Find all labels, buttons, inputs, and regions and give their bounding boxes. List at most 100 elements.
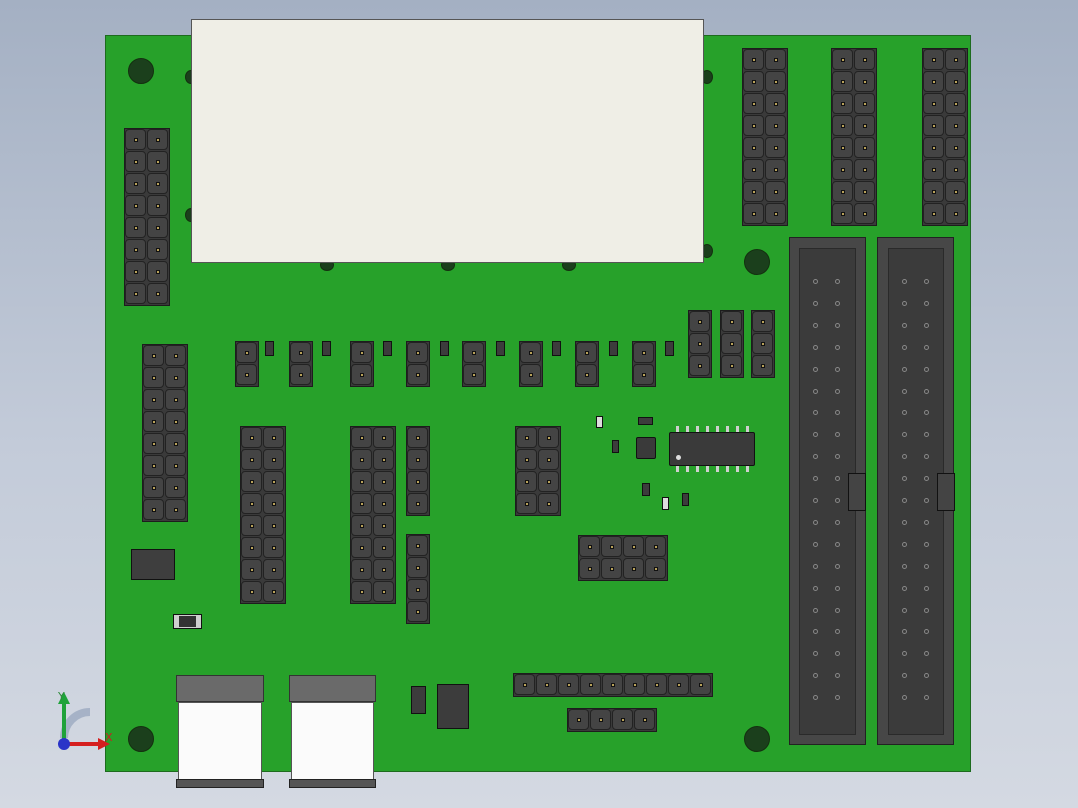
header-pin (923, 49, 944, 70)
header-pin (407, 493, 428, 514)
header-pin (351, 559, 372, 580)
idc-pin (835, 322, 840, 328)
pin-header-1x4 (406, 534, 430, 624)
header-pin (601, 536, 622, 557)
header-pin (165, 455, 186, 476)
idc-pin (813, 366, 818, 372)
header-pin (690, 674, 711, 695)
idc-pin (924, 300, 929, 306)
idc-pin (835, 519, 840, 525)
header-pin (241, 559, 262, 580)
smd-part (552, 341, 561, 356)
idc-pin (813, 563, 818, 569)
header-pin (832, 181, 853, 202)
header-pin (923, 71, 944, 92)
header-pin (143, 345, 164, 366)
pin-header-2x8 (240, 426, 286, 604)
header-pin (721, 355, 742, 376)
pin1-marker (676, 455, 681, 460)
idc-pin (924, 344, 929, 350)
ic-leg (726, 426, 729, 432)
header-pin (407, 557, 428, 578)
header-pin (263, 471, 284, 492)
header-pin (923, 115, 944, 136)
header-pin (516, 427, 537, 448)
header-pin (125, 129, 146, 150)
header-pin (854, 115, 875, 136)
header-pin (236, 342, 257, 363)
idc-connector-right (877, 237, 955, 745)
idc-pin (924, 585, 929, 591)
header-pin (854, 93, 875, 114)
header-pin (923, 137, 944, 158)
header-pin (765, 93, 786, 114)
idc-pin (835, 279, 840, 284)
usb-connector-top (176, 675, 264, 702)
header-pin (351, 581, 372, 602)
header-pin (602, 674, 623, 695)
pin-header-1x3 (751, 310, 775, 378)
smd-resistor (173, 614, 202, 629)
header-pin (147, 261, 168, 282)
header-pin (832, 93, 853, 114)
header-pin (351, 449, 372, 470)
mounting-hole (744, 249, 770, 275)
idc-pin (835, 498, 840, 503)
header-pin (407, 364, 428, 385)
mounting-hole (128, 726, 154, 752)
usb-connector-base (176, 779, 264, 788)
header-pin (147, 129, 168, 150)
header-pin (407, 342, 428, 363)
idc-pin (924, 322, 929, 328)
header-pin (945, 49, 966, 70)
idc-pin (813, 300, 818, 306)
ic-leg (736, 426, 739, 432)
header-pin (263, 581, 284, 602)
header-pin (236, 364, 257, 385)
cad-viewport[interactable]: Y X (0, 0, 1078, 808)
header-pin (125, 151, 146, 172)
header-pin (743, 71, 764, 92)
usb-connector-base (289, 779, 376, 788)
header-pin (743, 203, 764, 224)
header-pin (752, 333, 773, 354)
header-pin (373, 493, 394, 514)
header-pin (407, 601, 428, 622)
header-pin (263, 537, 284, 558)
jumper-header-1x2 (632, 341, 656, 387)
header-pin (645, 558, 666, 579)
idc-pin (835, 300, 840, 306)
header-pin (721, 333, 742, 354)
idc-pin (813, 344, 818, 350)
idc-pin (813, 519, 818, 525)
idc-pin (835, 388, 840, 394)
header-pin (143, 367, 164, 388)
header-pin (241, 493, 262, 514)
header-pin (743, 115, 764, 136)
header-pin (147, 151, 168, 172)
header-pin (463, 364, 484, 385)
header-pin (832, 71, 853, 92)
header-pin (351, 515, 372, 536)
header-pin (923, 203, 944, 224)
header-pin (601, 558, 622, 579)
header-pin (579, 536, 600, 557)
smd-part (612, 440, 619, 453)
smd-diode (131, 549, 175, 580)
header-pin (241, 581, 262, 602)
header-pin (923, 159, 944, 180)
header-pin (263, 427, 284, 448)
smd-part (638, 417, 653, 425)
jumper-header-1x2 (289, 341, 313, 387)
header-pin (407, 535, 428, 556)
header-pin (743, 93, 764, 114)
module-outline (191, 19, 704, 263)
idc-pin (902, 563, 907, 569)
usb-connector-body (291, 702, 374, 780)
idc-pin (924, 541, 929, 547)
smd-part (682, 493, 689, 506)
y-axis-label: Y (57, 690, 65, 703)
idc-pin (902, 607, 907, 613)
header-pin (568, 709, 589, 730)
header-pin (351, 493, 372, 514)
